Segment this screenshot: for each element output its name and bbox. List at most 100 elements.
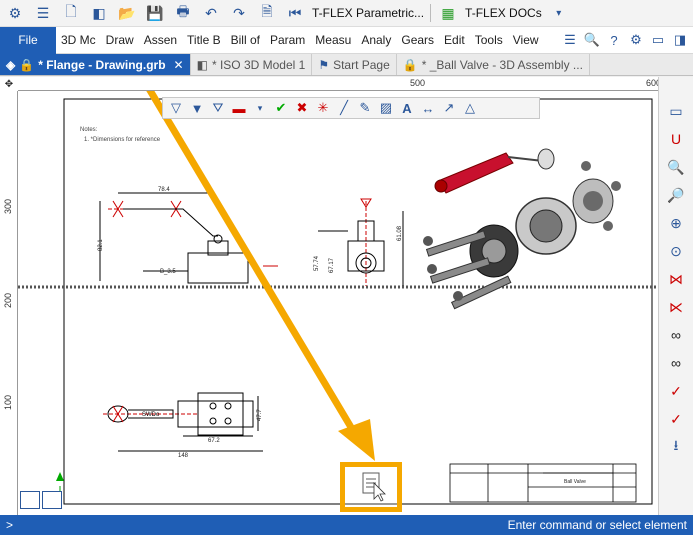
- dimension-icon[interactable]: ↔: [419, 99, 437, 117]
- hamburger-menu-icon[interactable]: ☰: [32, 3, 54, 23]
- zoom-all-icon[interactable]: ⊙: [663, 239, 689, 263]
- tab-label: * Flange - Drawing.grb: [38, 57, 166, 72]
- document-icon[interactable]: 🗎: [256, 3, 278, 23]
- menu-gears[interactable]: Gears: [396, 33, 439, 47]
- command-prompt[interactable]: >: [6, 518, 13, 532]
- save-icon[interactable]: 💾: [144, 3, 166, 23]
- dim-top: 78.4: [158, 187, 170, 193]
- tab-start-page[interactable]: ⚑ Start Page: [312, 54, 397, 75]
- title-separator: [430, 4, 432, 22]
- zoom-out-icon[interactable]: 🔎: [663, 183, 689, 207]
- tab-ball-valve-assembly[interactable]: 🔒 * _Ball Valve - 3D Assembly ...: [397, 54, 590, 75]
- help-icon[interactable]: ?: [605, 31, 623, 49]
- customize-icon[interactable]: ☰: [561, 31, 579, 49]
- chevron-down-icon[interactable]: ▾: [548, 3, 570, 23]
- menu-bar: File 3D Mc Draw Assen Title B Bill of Pa…: [0, 26, 693, 54]
- menu-tools[interactable]: Tools: [470, 33, 508, 47]
- arrow-down-icon[interactable]: ⭳: [663, 435, 689, 459]
- horizontal-ruler: 500 600: [18, 77, 675, 91]
- menu-analysis[interactable]: Analy: [356, 33, 396, 47]
- window-panel-icon[interactable]: ◨: [671, 31, 689, 49]
- text-icon[interactable]: A: [398, 99, 416, 117]
- check-cube-icon[interactable]: ✓: [663, 379, 689, 403]
- 3d-model-icon[interactable]: ◧: [88, 3, 110, 23]
- status-message: Enter command or select element: [507, 518, 687, 532]
- zoom-region-icon[interactable]: ▭: [663, 99, 689, 123]
- app-title: T-FLEX Parametric...: [312, 6, 425, 20]
- zoom-in-icon[interactable]: 🔍: [663, 155, 689, 179]
- redo-icon[interactable]: ↷: [228, 3, 250, 23]
- menu-view[interactable]: View: [508, 33, 544, 47]
- leader-icon[interactable]: ↗: [440, 99, 458, 117]
- close-icon[interactable]: ✕: [174, 58, 184, 72]
- confirm-filter-icon[interactable]: ✔: [272, 99, 290, 117]
- node-icon[interactable]: ✳: [314, 99, 332, 117]
- menu-bill-of-materials[interactable]: Bill of: [226, 33, 265, 47]
- tab-flange-drawing[interactable]: ◈ 🔒 * Flange - Drawing.grb ✕: [0, 54, 191, 75]
- filter-icon[interactable]: ▽: [167, 99, 185, 117]
- iso-assembly-view: [423, 148, 621, 310]
- flag-icon: ⚑: [318, 57, 330, 72]
- hatch-icon[interactable]: ▨: [377, 99, 395, 117]
- tab-iso-3d-model[interactable]: ◧ * ISO 3D Model 1: [191, 54, 313, 75]
- search-icon[interactable]: 🔍: [583, 31, 601, 49]
- undo-icon[interactable]: ↶: [200, 3, 222, 23]
- rewind-icon[interactable]: ⏮: [284, 3, 306, 23]
- print-icon[interactable]: 🖶: [172, 3, 194, 23]
- filter-alt-icon[interactable]: ⛛: [209, 99, 227, 117]
- magnet-icon[interactable]: U: [663, 127, 689, 151]
- drawing-icon: ◈: [6, 57, 16, 72]
- menu-draw[interactable]: Draw: [101, 33, 139, 47]
- shapes-icon[interactable]: △: [461, 99, 479, 117]
- vertical-ruler: 300 200 100: [0, 91, 18, 515]
- menu-title-block[interactable]: Title B: [182, 33, 226, 47]
- tab-label: Start Page: [333, 57, 390, 72]
- dim-right: 47.7: [257, 409, 263, 421]
- notes-line: 1. *Dimensions for reference: [84, 137, 161, 143]
- pen-icon[interactable]: ✎: [356, 99, 374, 117]
- menu-edit[interactable]: Edit: [439, 33, 470, 47]
- document-tab-bar: ◈ 🔒 * Flange - Drawing.grb ✕ ◧ * ISO 3D …: [0, 54, 693, 76]
- dim-bottom1: 67.2: [208, 438, 220, 444]
- chevron-down-icon[interactable]: ▾: [251, 99, 269, 117]
- dim-b: B_3.5: [160, 269, 176, 275]
- filter-settings-icon[interactable]: ▼: [188, 99, 206, 117]
- single-view-icon[interactable]: [42, 491, 62, 509]
- settings-icon[interactable]: ⚙: [627, 31, 645, 49]
- docs-logo-icon: ▦: [441, 4, 455, 21]
- dim-vert1: 57.74: [314, 255, 320, 271]
- dim-left: 82.1: [98, 239, 104, 251]
- check-cube-alt-icon[interactable]: ✓: [663, 407, 689, 431]
- color-select-icon[interactable]: ▬: [230, 99, 248, 117]
- file-menu[interactable]: File: [0, 26, 56, 54]
- ruler-corner-icon[interactable]: ✥: [0, 77, 18, 91]
- menu-measure[interactable]: Measu: [310, 33, 356, 47]
- window-layout-icon[interactable]: ▭: [649, 31, 667, 49]
- menu-3d-model[interactable]: 3D Mc: [56, 33, 101, 47]
- line-icon[interactable]: ╱: [335, 99, 353, 117]
- docs-title: T-FLEX DOCs: [465, 6, 542, 20]
- right-toolbar: ▭ U 🔍 🔎 ⊕ ⊙ ⋈ ⋉ ∞ ∞ ✓ ✓ ⭳: [658, 77, 693, 515]
- cancel-filter-icon[interactable]: ✖: [293, 99, 311, 117]
- split-view-icon[interactable]: [20, 491, 40, 509]
- stamp-title: Ball Valve: [564, 479, 586, 485]
- title-bar: ⚙ ☰ 🗋 ◧ 📂 💾 🖶 ↶ ↷ 🗎 ⏮ T-FLEX Parametric.…: [0, 0, 693, 27]
- glasses-icon[interactable]: ∞: [663, 323, 689, 347]
- constraint-icon[interactable]: ⋈: [663, 267, 689, 291]
- glasses-alt-icon[interactable]: ∞: [663, 351, 689, 375]
- new-document-icon[interactable]: 🗋: [60, 3, 82, 23]
- zoom-window-icon[interactable]: ⊕: [663, 211, 689, 235]
- app-logo-icon[interactable]: ⚙: [4, 3, 26, 23]
- menu-assembly[interactable]: Assen: [139, 33, 182, 47]
- ruler-mark: 100: [3, 395, 13, 411]
- menu-parameters[interactable]: Param: [265, 33, 310, 47]
- constraint-alt-icon[interactable]: ⋉: [663, 295, 689, 319]
- ruler-mark: 200: [3, 293, 13, 309]
- open-folder-icon[interactable]: 📂: [116, 3, 138, 23]
- drawing-filter-toolbar: ▽ ▼ ⛛ ▬ ▾ ✔ ✖ ✳ ╱ ✎ ▨ A ↔ ↗ △: [162, 97, 540, 119]
- notes-title: Notes:: [80, 127, 98, 133]
- drawing-sheet: Notes: 1. *Dimensions for reference 78.4…: [18, 91, 658, 509]
- status-bar: > Enter command or select element: [0, 515, 693, 535]
- drawing-canvas[interactable]: Notes: 1. *Dimensions for reference 78.4…: [18, 91, 658, 515]
- label-valve-handle: SWDo: [142, 412, 160, 418]
